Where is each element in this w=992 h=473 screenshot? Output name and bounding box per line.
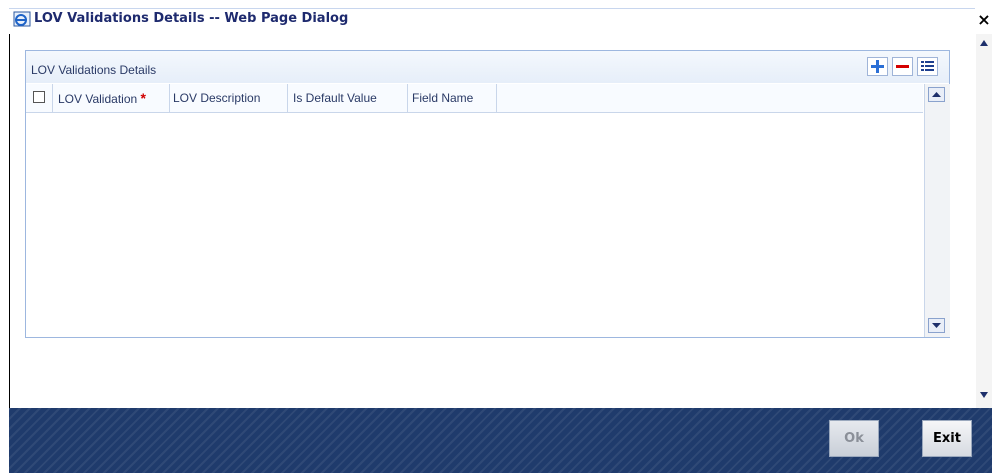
select-all-checkbox[interactable] — [33, 91, 45, 103]
scroll-up-button[interactable] — [928, 87, 945, 102]
single-view-button[interactable] — [917, 57, 938, 76]
column-label: Field Name — [412, 91, 474, 105]
scroll-down-button[interactable] — [928, 318, 945, 333]
column-header-field-name[interactable]: Field Name — [408, 84, 497, 112]
column-label: LOV Validation — [58, 92, 138, 106]
close-icon[interactable]: × — [977, 10, 990, 29]
grid-header: LOV Validation * LOV Description Is Defa… — [26, 84, 923, 113]
exit-button[interactable]: Exit — [922, 420, 972, 457]
minus-icon[interactable] — [893, 58, 912, 75]
panel-title: LOV Validations Details — [31, 63, 157, 77]
select-all-cell — [26, 84, 53, 112]
grid-body — [26, 113, 923, 337]
panel-header: LOV Validations Details — [26, 51, 949, 83]
column-header-lov-validation[interactable]: LOV Validation * — [53, 84, 170, 112]
delete-row-button[interactable] — [892, 57, 913, 76]
ie-page-icon — [13, 11, 31, 27]
lov-validations-panel: LOV Validations Details LOV Validation *… — [25, 50, 950, 338]
required-marker: * — [140, 90, 146, 106]
ok-button[interactable]: Ok — [829, 420, 879, 457]
plus-icon[interactable] — [868, 58, 887, 75]
close-button[interactable]: × — [976, 11, 992, 29]
arrow-up-icon[interactable] — [929, 88, 944, 101]
window-scrollbar[interactable] — [976, 34, 992, 408]
column-header-lov-description[interactable]: LOV Description — [170, 84, 288, 112]
column-label: LOV Description — [173, 91, 261, 105]
dialog-title: LOV Validations Details -- Web Page Dial… — [34, 11, 349, 26]
window-scroll-arrows[interactable] — [976, 34, 992, 408]
add-row-button[interactable] — [867, 57, 888, 76]
grid-scrollbar[interactable] — [924, 84, 950, 337]
arrow-down-icon[interactable] — [929, 319, 944, 332]
list-view-icon[interactable] — [918, 58, 937, 75]
column-header-is-default-value[interactable]: Is Default Value — [288, 84, 408, 112]
column-label: Is Default Value — [293, 91, 377, 105]
